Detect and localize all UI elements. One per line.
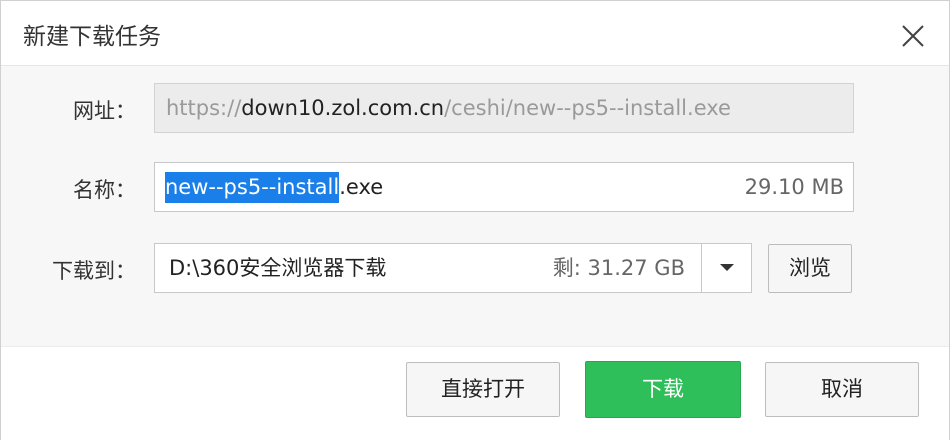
- new-download-dialog: 新建下载任务 网址： https://down10.zol.com.cn/ces…: [0, 0, 950, 442]
- close-icon: [902, 25, 924, 47]
- save-path: D:\360安全浏览器下载: [169, 256, 387, 280]
- name-label: 名称：: [73, 178, 136, 202]
- url-host: down10.zol.com.cn: [241, 96, 445, 120]
- browse-button[interactable]: 浏览: [768, 244, 852, 293]
- chevron-down-icon: [720, 264, 734, 271]
- path-dropdown-button[interactable]: [701, 244, 751, 292]
- free-space: 剩: 31.27 GB: [552, 256, 685, 280]
- filename-selected-text: new--ps5--install: [165, 172, 340, 203]
- file-size: 29.10 MB: [744, 175, 844, 199]
- dialog-title: 新建下载任务: [23, 24, 161, 50]
- save-to-label: 下载到：: [52, 259, 136, 283]
- filename-extension: .exe: [339, 175, 384, 199]
- close-button[interactable]: [898, 21, 928, 51]
- url-path: /ceshi/new--ps5--install.exe: [444, 96, 731, 120]
- filename-field[interactable]: new--ps5--install.exe 29.10 MB: [154, 162, 854, 212]
- open-directly-button[interactable]: 直接打开: [406, 362, 560, 417]
- title-bar: 新建下载任务: [1, 1, 949, 66]
- save-path-combobox[interactable]: D:\360安全浏览器下载 剩: 31.27 GB: [154, 243, 752, 293]
- url-label: 网址：: [73, 99, 136, 123]
- url-field[interactable]: https://down10.zol.com.cn/ceshi/new--ps5…: [154, 83, 854, 133]
- url-scheme: https://: [166, 96, 242, 120]
- download-button[interactable]: 下载: [585, 361, 741, 418]
- cancel-button[interactable]: 取消: [765, 362, 919, 417]
